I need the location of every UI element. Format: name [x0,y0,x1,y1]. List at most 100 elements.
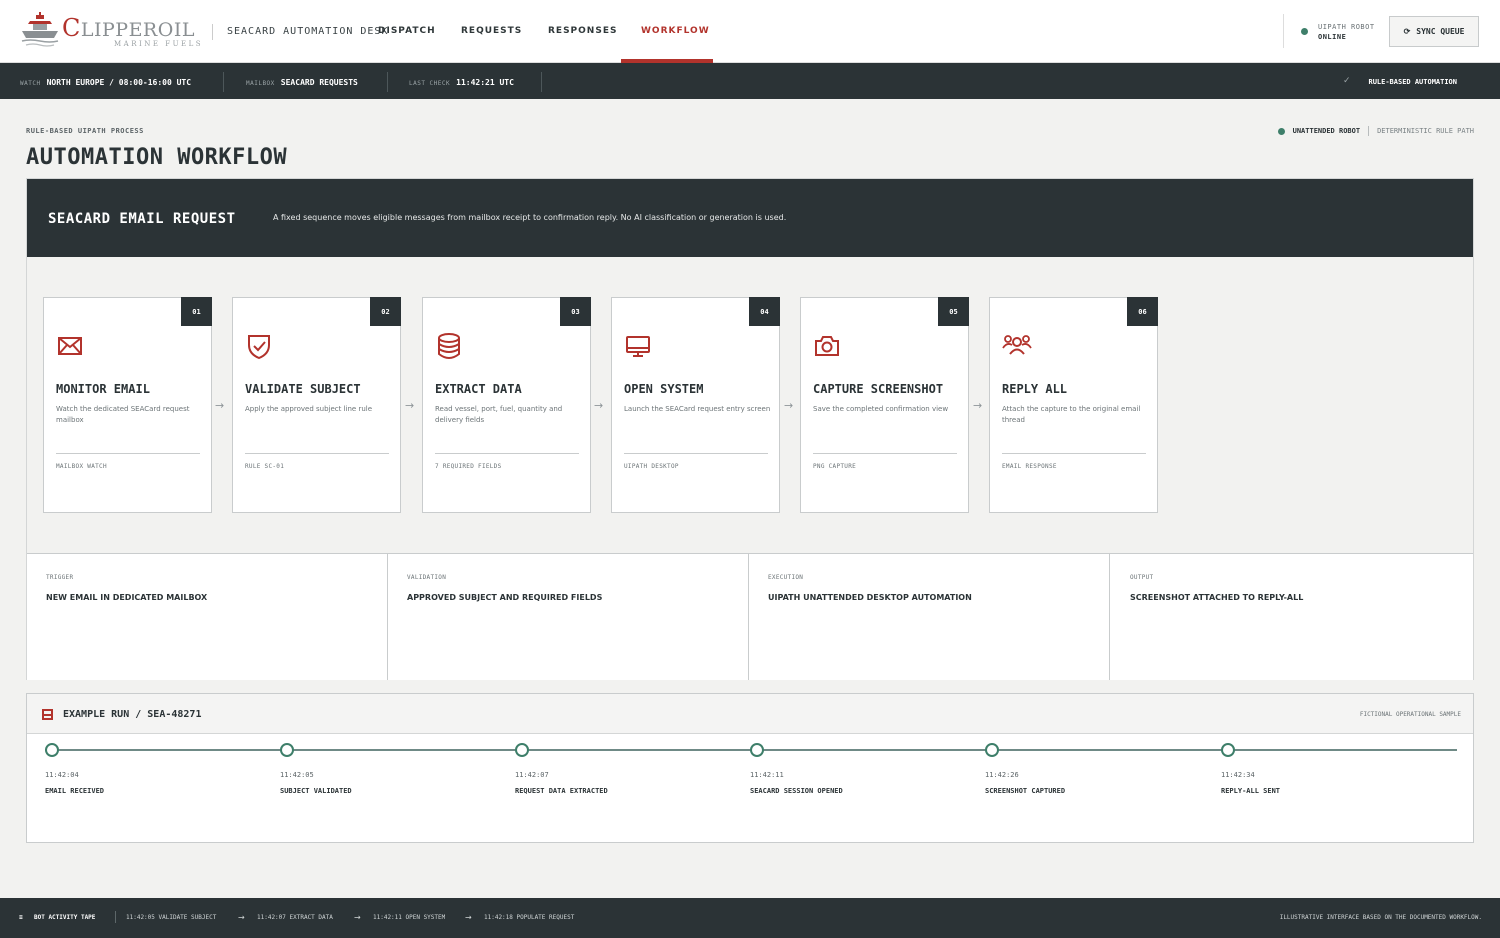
step-tag: MAILBOX WATCH [56,463,107,470]
timeline-node[interactable] [515,743,529,757]
arrow-right-icon: → [405,399,415,412]
workflow-step[interactable]: 04 OPEN SYSTEM Launch the SEACard reques… [611,297,780,513]
check-icon: ✓ [1343,76,1351,86]
summary-value: UIPATH UNATTENDED DESKTOP AUTOMATION [768,593,972,602]
step-title: VALIDATE SUBJECT [245,382,361,396]
timeline-label: EMAIL RECEIVED [45,787,105,795]
divider [1283,14,1284,48]
arrow-right-icon: → [215,399,225,412]
robot-mode: UNATTENDED ROBOT [1292,127,1361,135]
step-title: CAPTURE SCREENSHOT [813,382,944,396]
watch-status: WATCH NORTH EUROPE / 08:00-16:00 UTC [20,78,192,87]
timeline-label: SEACARD SESSION OPENED [750,787,843,795]
panel-header: SEACARD EMAIL REQUEST A fixed sequence m… [27,179,1473,257]
run-title: EXAMPLE RUN / SEA-48271 [63,709,202,720]
divider [435,453,579,454]
refresh-icon: ⟳ [1403,27,1411,36]
shield-check-icon [245,332,275,362]
timeline-time: 11:42:34 [1221,771,1255,779]
summary-value: APPROVED SUBJECT AND REQUIRED FIELDS [407,593,603,602]
summary-value: SCREENSHOT ATTACHED TO REPLY-ALL [1130,593,1304,602]
arrow-right-icon: → [594,399,604,412]
run-note: FICTIONAL OPERATIONAL SAMPLE [1359,711,1461,718]
timeline-node[interactable] [1221,743,1235,757]
step-tag: UIPATH DESKTOP [624,463,679,470]
workflow-summary: TRIGGER NEW EMAIL IN DEDICATED MAILBOX V… [27,553,1473,680]
step-number: 02 [370,297,401,326]
tape-item: 11:42:07 EXTRACT DATA [257,914,333,921]
online-status-dot [1301,28,1308,35]
arrow-right-icon: → [973,399,983,412]
menu-icon: ≡ [19,914,23,921]
top-bar: CLIPPEROIL MARINE FUELS SEACARD AUTOMATI… [0,0,1500,63]
tape-footer: ILLUSTRATIVE INTERFACE BASED ON THE DOCU… [1279,914,1482,921]
timeline-time: 11:42:26 [985,771,1019,779]
step-title: REPLY ALL [1002,382,1068,396]
step-tag: 7 REQUIRED FIELDS [435,463,502,470]
timeline-time: 11:42:04 [45,771,79,779]
bot-activity-tape: ≡ BOT ACTIVITY TAPE 11:42:05 VALIDATE SU… [0,898,1500,938]
summary-label: VALIDATION [407,574,447,581]
sync-queue-button[interactable]: ⟳ SYNC QUEUE [1389,16,1479,47]
divider [212,24,213,40]
arrow-right-icon: → [784,399,794,412]
step-description: Attach the capture to the original email… [1002,405,1141,424]
summary-label: EXECUTION [768,574,804,581]
rule-path: DETERMINISTIC RULE PATH [1377,127,1474,135]
automation-mode: RULE-BASED AUTOMATION [1368,78,1457,86]
timeline-label: REQUEST DATA EXTRACTED [515,787,608,795]
timeline-node[interactable] [45,743,59,757]
workflow-step[interactable]: 05 CAPTURE SCREENSHOT Save the completed… [800,297,969,513]
timeline-label: SCREENSHOT CAPTURED [985,787,1066,795]
database-icon [435,332,465,362]
brand-tagline: MARINE FUELS [114,40,204,48]
workflow-step[interactable]: 01 MONITOR EMAIL Watch the dedicated SEA… [43,297,212,513]
divider [387,72,388,92]
page-title: AUTOMATION WORKFLOW [26,145,288,170]
arrow-right-icon: → [465,913,472,922]
workflow-step[interactable]: 03 EXTRACT DATA Read vessel, port, fuel,… [422,297,591,513]
last-check-status: LAST CHECK 11:42:21 UTC [409,78,514,87]
tape-item: 11:42:18 POPULATE REQUEST [484,914,575,921]
monitor-icon [624,332,654,362]
nav-workflow[interactable]: WORKFLOW [641,26,710,36]
arrow-right-icon: → [354,913,361,922]
users-icon [1002,332,1032,362]
step-number: 01 [181,297,212,326]
page-eyebrow: RULE-BASED UIPATH PROCESS [26,127,144,135]
step-tag: RULE SC-01 [245,463,285,470]
timeline-node[interactable] [985,743,999,757]
step-description: Save the completed confirmation view [813,405,949,413]
arrow-right-icon: → [238,913,245,922]
timeline-label: REPLY-ALL SENT [1221,787,1281,795]
timeline-node[interactable] [280,743,294,757]
summary-output: OUTPUT SCREENSHOT ATTACHED TO REPLY-ALL [1111,554,1472,680]
step-number: 04 [749,297,780,326]
timeline-time: 11:42:11 [750,771,784,779]
step-tag: PNG CAPTURE [813,463,857,470]
robot-status: ONLINE [1318,33,1347,41]
tape-title: BOT ACTIVITY TAPE [34,914,96,921]
timeline-time: 11:42:07 [515,771,549,779]
summary-label: OUTPUT [1130,574,1154,581]
nav-requests[interactable]: REQUESTS [461,26,522,36]
timeline-node[interactable] [750,743,764,757]
step-number: 05 [938,297,969,326]
step-title: OPEN SYSTEM [624,382,704,396]
step-title: MONITOR EMAIL [56,382,150,396]
divider [1002,453,1146,454]
envelope-icon [56,332,86,362]
example-run-panel: EXAMPLE RUN / SEA-48271 FICTIONAL OPERAT… [26,693,1474,843]
divider [115,911,116,923]
panel-description: A fixed sequence moves eligible messages… [273,213,787,222]
camera-icon [813,332,843,362]
divider [245,453,389,454]
nav-responses[interactable]: RESPONSES [548,26,617,36]
workflow-step[interactable]: 02 VALIDATE SUBJECT Apply the approved s… [232,297,401,513]
divider [56,453,200,454]
step-description: Watch the dedicated SEACard request mail… [56,405,190,424]
nav-dispatch[interactable]: DISPATCH [378,26,436,36]
step-tag: EMAIL RESPONSE [1002,463,1057,470]
workflow-step[interactable]: 06 REPLY ALL Attach the capture to the o… [989,297,1158,513]
timeline-time: 11:42:05 [280,771,314,779]
